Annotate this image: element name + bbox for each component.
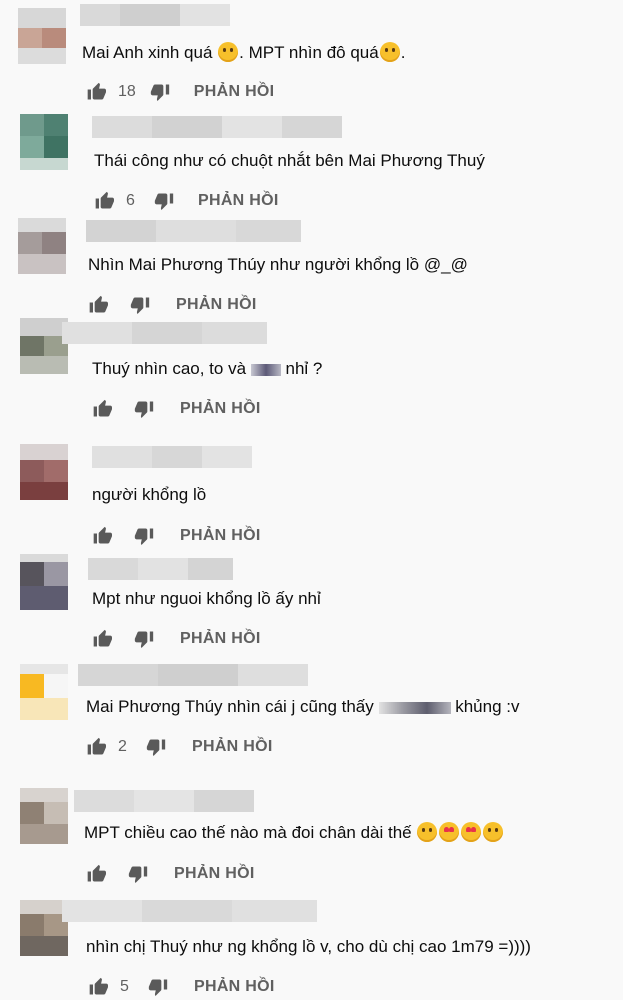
like-count: 6 <box>126 192 135 209</box>
blurred-word <box>250 363 281 376</box>
thumbs-up-icon[interactable] <box>88 977 108 997</box>
avatar[interactable] <box>20 554 68 610</box>
comment-actions: PHẢN HỒI <box>92 626 261 652</box>
thumbs-down-icon[interactable] <box>146 737 166 757</box>
thumbs-down-icon[interactable] <box>134 629 154 649</box>
comment-actions: PHẢN HỒI <box>88 292 257 318</box>
comment-actions: 2 PHẢN HỒI <box>86 734 273 760</box>
commenter-name-blurred[interactable] <box>92 116 342 138</box>
comment-text: MPT chiều cao thế nào mà đoi chân dài th… <box>84 822 504 844</box>
thumbs-up-icon[interactable] <box>86 737 106 757</box>
comment-actions: 5 PHẢN HỒI <box>88 974 275 1000</box>
reply-button[interactable]: PHẢN HỒI <box>194 978 275 996</box>
thumbs-down-icon[interactable] <box>128 864 148 884</box>
like-count: 2 <box>118 738 127 755</box>
grinning-face-emoji <box>379 42 400 62</box>
thumbs-down-icon[interactable] <box>154 191 174 211</box>
thumbs-up-icon[interactable] <box>86 82 106 102</box>
comment-text: Thái công như có chuột nhắt bên Mai Phươ… <box>94 151 485 170</box>
avatar[interactable] <box>20 318 68 374</box>
thumbs-down-icon[interactable] <box>134 399 154 419</box>
commenter-name-blurred[interactable] <box>80 4 230 26</box>
comment-text: Nhìn Mai Phương Thúy như người khổng lồ … <box>88 255 468 274</box>
comment-text: Mai Phương Thúy nhìn cái j cũng thấy khủ… <box>86 697 520 716</box>
thumbs-up-icon[interactable] <box>92 399 112 419</box>
commenter-name-blurred[interactable] <box>62 900 317 922</box>
blurred-word <box>378 701 451 714</box>
thumbs-up-icon[interactable] <box>94 191 114 211</box>
comment-text: Mpt như nguoi khổng lồ ấy nhỉ <box>92 589 321 608</box>
comment-actions: PHẢN HỒI <box>86 861 255 887</box>
comment-actions: PHẢN HỒI <box>92 523 261 549</box>
thumbs-down-icon[interactable] <box>130 295 150 315</box>
thumbs-down-icon[interactable] <box>148 977 168 997</box>
winking-face-emoji <box>218 42 239 62</box>
reply-button[interactable]: PHẢN HỒI <box>180 527 261 545</box>
comment-actions: 6 PHẢN HỒI <box>94 188 279 214</box>
avatar[interactable] <box>18 8 66 64</box>
avatar[interactable] <box>20 664 68 720</box>
reply-button[interactable]: PHẢN HỒI <box>174 865 255 883</box>
reply-button[interactable]: PHẢN HỒI <box>180 630 261 648</box>
like-count: 5 <box>120 978 129 995</box>
comment-text: Thuý nhìn cao, to và nhỉ ? <box>92 359 323 378</box>
like-count: 18 <box>118 83 136 100</box>
commenter-name-blurred[interactable] <box>88 558 233 580</box>
reply-button[interactable]: PHẢN HỒI <box>192 738 273 756</box>
reply-button[interactable]: PHẢN HỒI <box>198 192 279 210</box>
heart-eyes-emoji <box>439 822 460 842</box>
commenter-name-blurred[interactable] <box>92 446 252 468</box>
comment-text: Mai Anh xinh quá . MPT nhìn đô quá. <box>82 42 406 62</box>
avatar[interactable] <box>20 444 68 500</box>
reply-button[interactable]: PHẢN HỒI <box>176 296 257 314</box>
thumbs-down-icon[interactable] <box>150 82 170 102</box>
thumbs-up-icon[interactable] <box>88 295 108 315</box>
reply-button[interactable]: PHẢN HỒI <box>180 400 261 418</box>
thumbs-up-icon[interactable] <box>86 864 106 884</box>
commenter-name-blurred[interactable] <box>78 664 308 686</box>
smiling-face-with-hearts-emoji <box>461 822 482 842</box>
comment-text: nhìn chị Thuý như ng khổng lồ v, cho dù … <box>86 937 531 956</box>
avatar[interactable] <box>20 788 68 844</box>
commenter-name-blurred[interactable] <box>62 322 267 344</box>
avatar[interactable] <box>20 114 68 170</box>
comment-text: người khổng lồ <box>92 485 207 504</box>
reply-button[interactable]: PHẢN HỒI <box>194 83 275 101</box>
thumbs-up-icon[interactable] <box>92 629 112 649</box>
comment-actions: 18 PHẢN HỒI <box>86 79 274 105</box>
thumbs-down-icon[interactable] <box>134 526 154 546</box>
commenter-name-blurred[interactable] <box>74 790 254 812</box>
commenter-name-blurred[interactable] <box>86 220 301 242</box>
smiling-face-emoji <box>417 822 438 842</box>
avatar[interactable] <box>18 218 66 274</box>
thumbs-up-icon[interactable] <box>92 526 112 546</box>
face-blowing-kiss-emoji <box>483 822 504 842</box>
comment-actions: PHẢN HỒI <box>92 396 261 422</box>
avatar[interactable] <box>20 900 68 956</box>
